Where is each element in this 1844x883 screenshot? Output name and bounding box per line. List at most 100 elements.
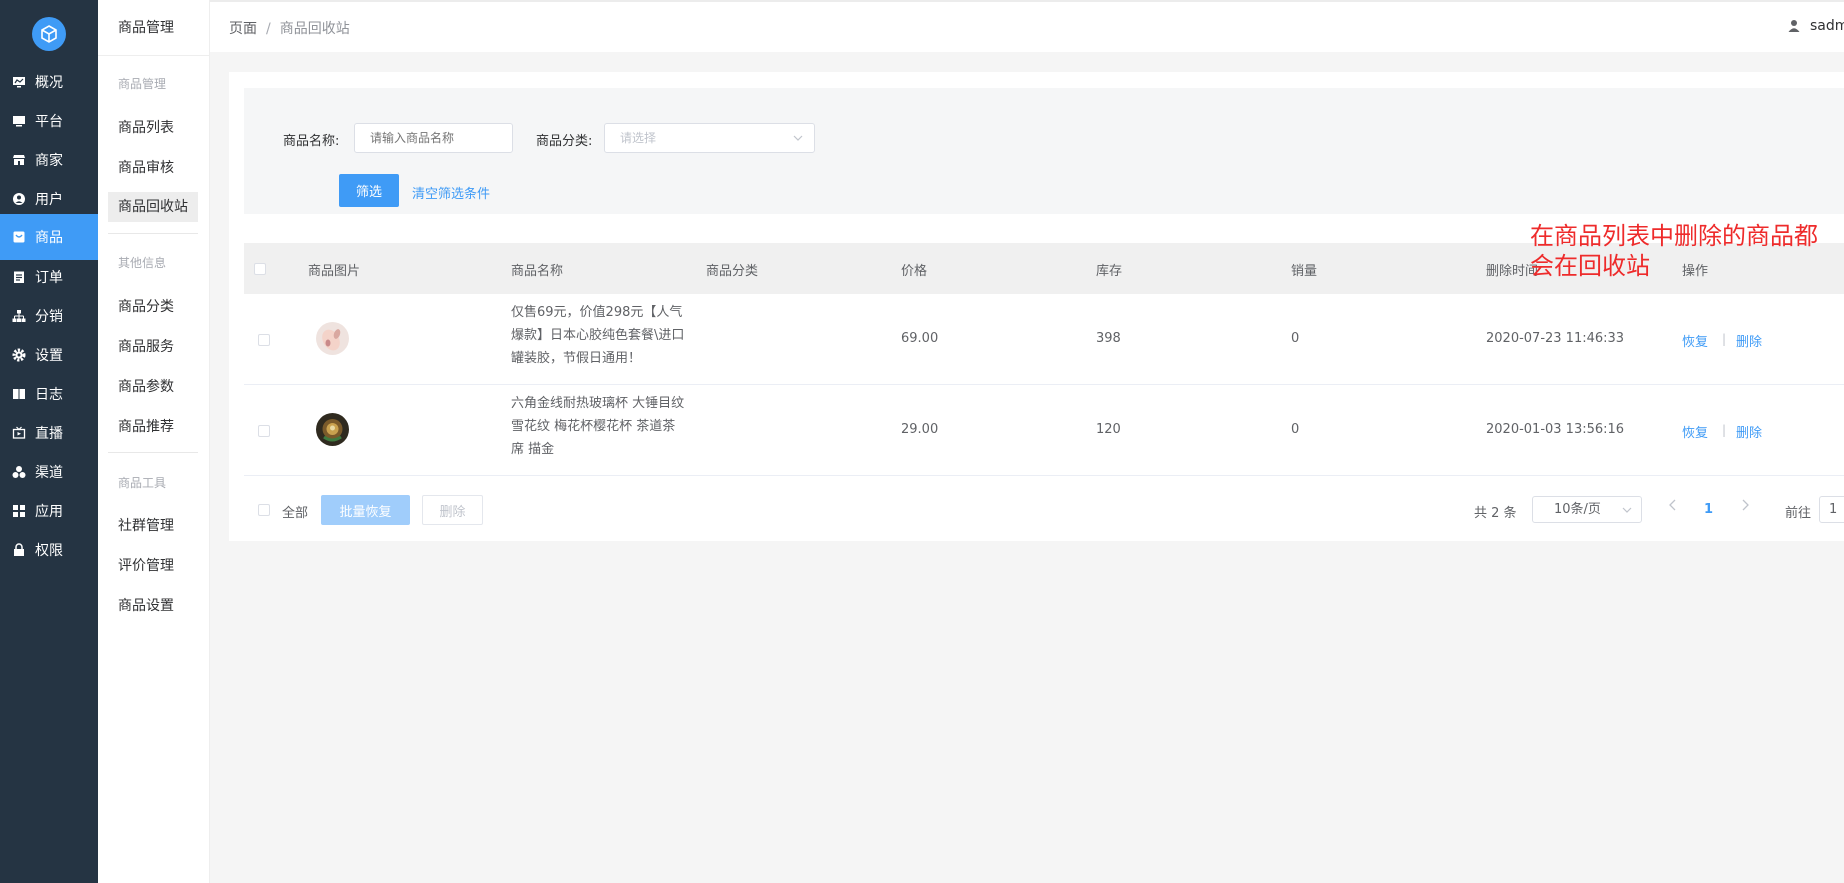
cluster-icon xyxy=(12,466,26,478)
page-size-select[interactable]: 10条/页 xyxy=(1532,496,1642,523)
restore-button[interactable]: 恢复 xyxy=(1682,422,1708,441)
row-checkbox[interactable] xyxy=(258,425,270,437)
product-name: 仅售69元，价值298元【人气爆款】日本心胶纯色套餐\进口罐装胶，节假日通用！ xyxy=(511,305,685,366)
breadcrumb-item-page[interactable]: 页面 xyxy=(229,21,257,37)
goods-bag-icon xyxy=(13,231,25,243)
row-checkbox[interactable] xyxy=(258,334,270,346)
clipboard-icon xyxy=(14,271,24,283)
user-icon xyxy=(1788,20,1800,32)
chevron-down-icon xyxy=(1622,507,1632,513)
product-price: 29.00 xyxy=(901,422,939,437)
product-price: 69.00 xyxy=(901,331,939,346)
batch-delete-button[interactable]: 删除 xyxy=(422,495,483,525)
select-all-checkbox[interactable] xyxy=(258,504,270,516)
select-all-checkbox-header[interactable] xyxy=(254,263,266,275)
nav-item-label: 渠道 xyxy=(35,465,63,481)
product-stock: 120 xyxy=(1096,422,1121,437)
clear-filter-link[interactable]: 清空筛选条件 xyxy=(412,183,490,202)
subnav-item-recycle-bin[interactable]: 商品回收站 xyxy=(108,192,198,222)
chevron-down-icon xyxy=(793,135,803,141)
deleted-time: 2020-01-03 13:56:16 xyxy=(1486,422,1625,437)
column-header-sales: 销量 xyxy=(1291,264,1318,279)
product-sales: 0 xyxy=(1291,331,1300,346)
subnav-item-goods-settings[interactable]: 商品设置 xyxy=(108,591,198,621)
product-name: 六角金线耐热玻璃杯 大锤目纹雪花纹 梅花杯樱花杯 茶道茶席 描金 xyxy=(511,396,685,457)
app-logo[interactable] xyxy=(32,17,66,51)
breadcrumb-separator: / xyxy=(266,21,271,37)
subnav-item-goods-service[interactable]: 商品服务 xyxy=(108,332,198,362)
goto-page-input[interactable] xyxy=(1819,496,1844,523)
select-all-label[interactable]: 全部 xyxy=(282,502,308,521)
next-page-button[interactable] xyxy=(1740,499,1750,515)
lock-icon xyxy=(14,543,24,556)
product-stock: 398 xyxy=(1096,331,1121,346)
product-image xyxy=(316,322,349,355)
annotation-text: 在商品列表中删除的商品都会在回收站 xyxy=(1530,222,1818,280)
nav-item-label: 日志 xyxy=(35,387,63,403)
subnav-item-goods-list[interactable]: 商品列表 xyxy=(108,113,198,143)
pagination-total: 共 2 条 xyxy=(1474,506,1517,521)
tv-icon xyxy=(12,426,26,439)
batch-restore-button[interactable]: 批量恢复 xyxy=(321,495,410,525)
filter-panel: 商品名称: 商品分类: 请选择 筛选 清空筛选条件 xyxy=(244,88,1844,214)
group-title-goods-tools: 商品工具 xyxy=(118,476,167,490)
network-icon xyxy=(12,310,26,322)
nav-item-label: 商品 xyxy=(35,230,63,246)
main-sidebar: 概况 平台 商家 用户 商品 订单 分销 设置 日志 直播 渠道 应用 权限 xyxy=(0,0,98,883)
monitor-chart-icon xyxy=(13,77,25,88)
user-menu[interactable]: sadm xyxy=(1787,18,1844,34)
goto-label: 前往 xyxy=(1785,506,1812,521)
goods-name-input[interactable] xyxy=(354,123,513,153)
content-card: 商品名称: 商品分类: 请选择 筛选 清空筛选条件 商品图片 商品名称 商品分类… xyxy=(229,72,1844,541)
product-sales: 0 xyxy=(1291,422,1300,437)
nav-item-label: 直播 xyxy=(35,426,63,442)
nav-item-label: 订单 xyxy=(35,270,63,286)
product-thumbnail xyxy=(316,413,349,446)
username: sadm xyxy=(1810,18,1844,34)
table-row: 六角金线耐热玻璃杯 大锤目纹雪花纹 梅花杯樱花杯 茶道茶席 描金 29.00 1… xyxy=(244,385,1844,476)
nav-item-label: 设置 xyxy=(35,348,63,364)
subnav-item-goods-review[interactable]: 商品审核 xyxy=(108,153,198,183)
group-title-other-info: 其他信息 xyxy=(118,256,167,270)
column-header-image: 商品图片 xyxy=(308,264,361,279)
subnav-item-goods-recommend[interactable]: 商品推荐 xyxy=(108,412,198,442)
filter-button[interactable]: 筛选 xyxy=(339,174,399,207)
page-size-value: 10条/页 xyxy=(1554,502,1601,517)
breadcrumb: 页面 / 商品回收站 xyxy=(229,18,350,38)
select-placeholder: 请选择 xyxy=(620,131,657,145)
product-thumbnail xyxy=(316,322,349,355)
chevron-right-icon xyxy=(1742,499,1749,511)
secondary-sidebar: 商品管理 商品管理 商品列表 商品审核 商品回收站 其他信息 商品分类 商品服务… xyxy=(98,0,210,883)
nav-item-label: 应用 xyxy=(35,504,63,520)
nav-item-permission[interactable]: 权限 xyxy=(0,527,98,573)
restore-button[interactable]: 恢复 xyxy=(1682,331,1708,350)
nav-item-label: 平台 xyxy=(35,114,63,130)
divider xyxy=(108,452,198,453)
secondary-sidebar-title: 商品管理 xyxy=(98,0,209,56)
column-header-category: 商品分类 xyxy=(706,264,759,279)
subnav-item-community[interactable]: 社群管理 xyxy=(108,511,198,541)
deleted-time: 2020-07-23 11:46:33 xyxy=(1486,331,1625,346)
subnav-item-goods-params[interactable]: 商品参数 xyxy=(108,372,198,402)
nav-item-label: 商家 xyxy=(35,153,63,169)
top-header: 页面 / 商品回收站 sadm xyxy=(210,0,1844,52)
nav-item-label: 权限 xyxy=(35,543,63,559)
user-circle-icon xyxy=(13,193,25,205)
divider xyxy=(108,233,198,234)
goods-category-select[interactable]: 请选择 xyxy=(604,123,815,153)
book-icon xyxy=(13,389,25,399)
subnav-item-reviews[interactable]: 评价管理 xyxy=(108,551,198,581)
goods-category-label: 商品分类: xyxy=(536,134,593,149)
action-separator: | xyxy=(1722,332,1727,346)
action-separator: | xyxy=(1722,423,1727,437)
desktop-icon xyxy=(13,116,25,127)
prev-page-button[interactable] xyxy=(1668,499,1678,515)
page-number-current[interactable]: 1 xyxy=(1704,502,1713,517)
store-icon xyxy=(13,155,25,165)
delete-button[interactable]: 删除 xyxy=(1736,331,1762,350)
chevron-left-icon xyxy=(1669,499,1676,511)
subnav-item-goods-category[interactable]: 商品分类 xyxy=(108,292,198,322)
delete-button[interactable]: 删除 xyxy=(1736,422,1762,441)
product-image xyxy=(316,413,349,446)
table-row: 仅售69元，价值298元【人气爆款】日本心胶纯色套餐\进口罐装胶，节假日通用！ … xyxy=(244,294,1844,385)
